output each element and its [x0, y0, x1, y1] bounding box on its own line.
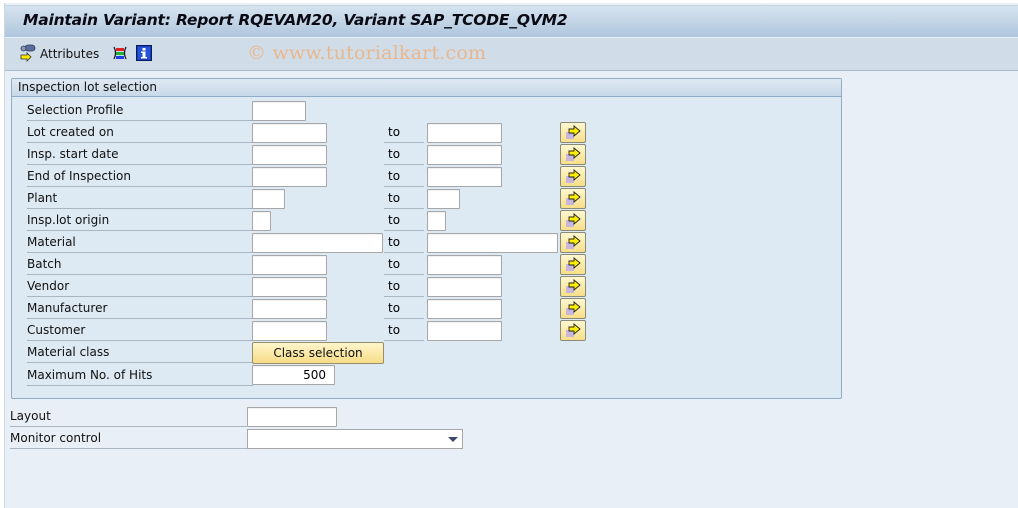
- multiple-selection-button[interactable]: [560, 254, 586, 275]
- multiple-selection-button[interactable]: [560, 232, 586, 253]
- max-hits-label: Maximum No. of Hits: [27, 365, 253, 386]
- max-hits-input[interactable]: 500: [252, 365, 335, 385]
- from-input[interactable]: [252, 299, 327, 319]
- multiple-selection-button[interactable]: [560, 188, 586, 209]
- from-input[interactable]: [252, 277, 327, 297]
- to-label: to: [384, 166, 424, 187]
- multiple-selection-arrow-icon: [566, 191, 581, 205]
- to-input[interactable]: [427, 189, 460, 209]
- multiple-selection-arrow-icon: [566, 235, 581, 249]
- multiple-selection-arrow-icon: [566, 257, 581, 271]
- layout-label: Layout: [10, 406, 247, 427]
- monitor-control-dropdown[interactable]: [247, 429, 463, 449]
- to-label: to: [384, 298, 424, 319]
- info-icon: [136, 44, 152, 64]
- from-input[interactable]: [252, 255, 327, 275]
- to-input[interactable]: [427, 233, 558, 253]
- field-label: Selection Profile: [27, 100, 253, 121]
- from-input[interactable]: [252, 211, 271, 231]
- multiple-selection-button[interactable]: [560, 144, 586, 165]
- to-input[interactable]: [427, 145, 502, 165]
- inspection-lot-selection-group: Inspection lot selection Selection Profi…: [11, 78, 842, 399]
- layout-icon: [112, 45, 128, 64]
- application-toolbar: Attributes © www.tutorialkart.com: [5, 38, 1018, 71]
- field-label: Vendor: [27, 276, 253, 297]
- to-input[interactable]: [427, 255, 502, 275]
- title-bar: Maintain Variant: Report RQEVAM20, Varia…: [5, 5, 1018, 37]
- field-label: Lot created on: [27, 122, 253, 143]
- material-class-label: Material class: [27, 342, 253, 363]
- field-label: Material: [27, 232, 253, 253]
- to-input[interactable]: [427, 123, 502, 143]
- to-label: to: [384, 210, 424, 231]
- from-input[interactable]: [252, 167, 327, 187]
- multiple-selection-arrow-icon: [566, 125, 581, 139]
- field-label: Plant: [27, 188, 253, 209]
- multiple-selection-button[interactable]: [560, 166, 586, 187]
- field-label: End of Inspection: [27, 166, 253, 187]
- to-label: to: [384, 276, 424, 297]
- to-input[interactable]: [427, 299, 502, 319]
- from-input[interactable]: [252, 145, 327, 165]
- from-input[interactable]: [252, 233, 383, 253]
- page-title: Maintain Variant: Report RQEVAM20, Varia…: [23, 11, 568, 29]
- attributes-icon: [19, 44, 37, 65]
- multiple-selection-arrow-icon: [566, 147, 581, 161]
- to-input[interactable]: [427, 167, 502, 187]
- from-input[interactable]: [252, 321, 327, 341]
- to-label: to: [384, 254, 424, 275]
- to-label: to: [384, 320, 424, 341]
- layout-input[interactable]: [247, 407, 337, 427]
- to-input[interactable]: [427, 321, 502, 341]
- multiple-selection-button[interactable]: [560, 320, 586, 341]
- multiple-selection-arrow-icon: [566, 213, 581, 227]
- to-input[interactable]: [427, 277, 502, 297]
- field-label: Insp.lot origin: [27, 210, 253, 231]
- chevron-down-icon[interactable]: [448, 437, 458, 442]
- from-input[interactable]: [252, 123, 327, 143]
- field-label: Manufacturer: [27, 298, 253, 319]
- info-button[interactable]: [136, 44, 152, 64]
- multiple-selection-button[interactable]: [560, 276, 586, 297]
- field-label: Batch: [27, 254, 253, 275]
- multiple-selection-button[interactable]: [560, 298, 586, 319]
- attributes-label: Attributes: [40, 47, 100, 61]
- attributes-button[interactable]: Attributes: [19, 44, 99, 64]
- group-title: Inspection lot selection: [12, 79, 841, 97]
- to-label: to: [384, 188, 424, 209]
- to-label: to: [384, 232, 424, 253]
- to-input[interactable]: [427, 211, 446, 231]
- from-input[interactable]: [252, 101, 306, 121]
- monitor-control-label: Monitor control: [10, 428, 247, 449]
- class-selection-button[interactable]: Class selection: [252, 342, 384, 364]
- multiple-selection-button[interactable]: [560, 210, 586, 231]
- multiple-selection-arrow-icon: [566, 323, 581, 337]
- field-label: Insp. start date: [27, 144, 253, 165]
- to-label: to: [384, 144, 424, 165]
- sap-window: Maintain Variant: Report RQEVAM20, Varia…: [4, 3, 1018, 508]
- multiple-selection-button[interactable]: [560, 122, 586, 143]
- multiple-selection-arrow-icon: [566, 301, 581, 315]
- field-label: Customer: [27, 320, 253, 341]
- multiple-selection-arrow-icon: [566, 169, 581, 183]
- to-label: to: [384, 122, 424, 143]
- multiple-selection-arrow-icon: [566, 279, 581, 293]
- layout-button[interactable]: [112, 44, 128, 64]
- watermark-text: © www.tutorialkart.com: [247, 42, 487, 64]
- from-input[interactable]: [252, 189, 285, 209]
